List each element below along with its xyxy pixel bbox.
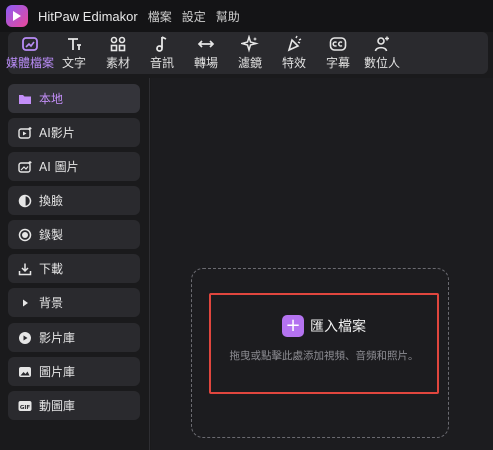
- tool-media[interactable]: 媒體檔案: [6, 32, 55, 74]
- gif-library-icon: GIF: [18, 399, 32, 413]
- sidebar-item-label: 下載: [39, 262, 64, 276]
- tool-label: 音訊: [149, 56, 174, 70]
- video-library-icon: [18, 331, 32, 345]
- sidebar-item-download[interactable]: 下載: [8, 254, 140, 283]
- import-label: 匯入檔案: [310, 319, 366, 335]
- tool-label: 文字: [61, 56, 86, 70]
- tool-label: 媒體檔案: [6, 56, 55, 70]
- tool-elements[interactable]: 素材: [96, 32, 140, 74]
- subtitle-icon: [329, 37, 347, 51]
- ai-video-icon: [18, 126, 32, 140]
- sidebar-item-ai-video[interactable]: AI影片: [8, 118, 140, 147]
- image-library-icon: [18, 365, 32, 379]
- download-icon: [18, 262, 32, 276]
- sidebar-item-video-library[interactable]: 影片庫: [8, 323, 140, 352]
- sidebar-item-face-swap[interactable]: 換臉: [8, 186, 140, 215]
- tool-label: 字幕: [325, 56, 350, 70]
- import-row: + 匯入檔案: [282, 315, 366, 337]
- sidebar-item-label: 圖片庫: [39, 365, 76, 379]
- record-icon: [18, 228, 32, 242]
- sidebar-item-label: AI 圖片: [39, 160, 79, 174]
- sidebar-item-label: 錄製: [39, 228, 64, 242]
- svg-text:GIF: GIF: [20, 404, 31, 410]
- tool-label: 素材: [105, 56, 130, 70]
- tool-effects[interactable]: 特效: [272, 32, 316, 74]
- menu-settings[interactable]: 設定: [182, 8, 206, 25]
- face-swap-icon: [18, 194, 32, 208]
- background-icon: [18, 296, 32, 310]
- digital-human-icon: [374, 36, 389, 52]
- sidebar-item-gif-library[interactable]: GIF 動圖庫: [8, 391, 140, 420]
- menu-help[interactable]: 幫助: [216, 8, 240, 25]
- main-toolbar: 媒體檔案 文字 素材 音訊 轉場 濾鏡 特效 字幕 數位人: [6, 32, 488, 74]
- tool-digital-human[interactable]: 數位人: [360, 32, 404, 74]
- sidebar-item-label: 影片庫: [39, 331, 76, 345]
- sidebar: 本地 AI影片 AI 圖片 換臉 錄製 下載 背景 影片庫 圖片庫 GIF 動圖…: [0, 78, 150, 450]
- app-logo-icon: [6, 5, 28, 27]
- app-title: HitPaw Edimakor: [38, 8, 138, 24]
- plus-icon: +: [282, 315, 304, 337]
- sidebar-item-local[interactable]: 本地: [8, 84, 140, 113]
- effects-icon: [287, 35, 302, 52]
- filter-icon: [241, 35, 259, 53]
- sidebar-item-background[interactable]: 背景: [8, 288, 140, 317]
- menu-file[interactable]: 檔案: [148, 8, 172, 25]
- tool-label: 濾鏡: [237, 56, 262, 70]
- audio-icon: [156, 36, 167, 52]
- tool-filter[interactable]: 濾鏡: [228, 32, 272, 74]
- tool-transition[interactable]: 轉場: [184, 32, 228, 74]
- sidebar-item-label: 背景: [39, 296, 64, 310]
- transition-icon: [197, 40, 215, 48]
- import-files-button[interactable]: + 匯入檔案 拖曳或點擊此處添加視頻、音頻和照片。: [209, 293, 439, 394]
- tool-audio[interactable]: 音訊: [140, 32, 184, 74]
- sidebar-item-record[interactable]: 錄製: [8, 220, 140, 249]
- sidebar-item-label: 動圖庫: [39, 399, 76, 413]
- tool-text[interactable]: 文字: [52, 32, 96, 74]
- sidebar-item-label: AI影片: [39, 126, 75, 140]
- tool-label: 轉場: [193, 56, 218, 70]
- import-hint: 拖曳或點擊此處添加視頻、音頻和照片。: [229, 350, 419, 362]
- text-icon: [68, 38, 81, 50]
- tool-label: 特效: [281, 56, 306, 70]
- sidebar-item-label: 換臉: [39, 194, 64, 208]
- sidebar-item-image-library[interactable]: 圖片庫: [8, 357, 140, 386]
- sidebar-item-ai-image[interactable]: AI 圖片: [8, 152, 140, 181]
- tool-label: 數位人: [363, 56, 400, 70]
- title-bar: HitPaw Edimakor 檔案 設定 幫助: [0, 0, 493, 32]
- elements-icon: [110, 36, 126, 52]
- media-panel: + 匯入檔案 拖曳或點擊此處添加視頻、音頻和照片。: [151, 78, 493, 450]
- tool-subtitle[interactable]: 字幕: [316, 32, 360, 74]
- menu-bar: 檔案 設定 幫助: [148, 8, 240, 25]
- media-icon: [22, 37, 38, 51]
- folder-icon: [18, 92, 32, 106]
- ai-image-icon: [18, 160, 32, 174]
- sidebar-item-label: 本地: [39, 92, 64, 106]
